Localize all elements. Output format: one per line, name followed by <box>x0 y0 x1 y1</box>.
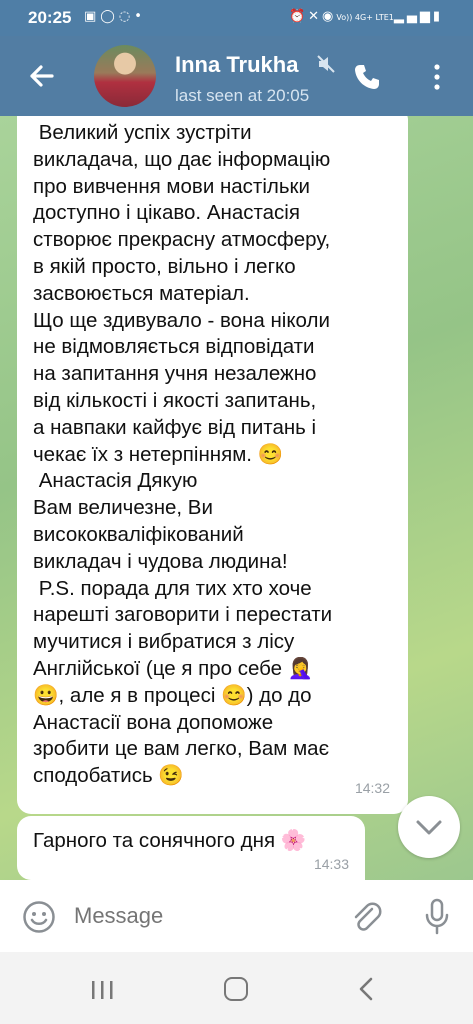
microphone-icon[interactable] <box>424 898 450 936</box>
status-time: 20:25 <box>28 8 72 27</box>
message-time: 14:32 <box>354 780 390 797</box>
message-input-bar <box>0 880 473 952</box>
dot-icon: • <box>134 9 146 24</box>
system-navigation-bar <box>0 952 473 1024</box>
mute-icon: ✕ <box>308 9 323 24</box>
message-text: Гарного та сонячного дня 🌸 <box>33 829 307 852</box>
recent-apps-icon[interactable] <box>90 979 114 1001</box>
chat-area[interactable]: Великий успіх зустріти викладача, що дає… <box>0 116 473 880</box>
phone-call-icon[interactable] <box>352 62 382 92</box>
message-time: 14:33 <box>313 856 349 873</box>
chevron-down-icon <box>416 820 442 835</box>
status-bar: 20:25 ▣◯◌• ⏰✕◉Vo)) 4G+ LTE1▂▄▆▮ <box>0 0 473 36</box>
emoji-icon[interactable] <box>22 900 56 934</box>
message-input[interactable] <box>74 898 334 934</box>
network-label: Vo)) 4G+ LTE1 <box>336 13 394 22</box>
chat-header: Inna Trukha last seen at 20:05 <box>0 36 473 116</box>
message-bubble[interactable]: Гарного та сонячного дня 🌸 14:33 <box>17 816 365 880</box>
avatar[interactable] <box>94 45 156 107</box>
viber-icon: ◌ <box>118 9 135 24</box>
alarm-icon: ⏰ <box>288 9 309 24</box>
signal-icon: ▂▄▆ <box>393 9 433 24</box>
back-nav-icon[interactable] <box>356 976 376 1002</box>
attach-icon[interactable] <box>350 900 382 934</box>
muted-icon <box>317 55 335 73</box>
more-options-icon[interactable] <box>430 62 444 92</box>
contact-name[interactable]: Inna Trukha <box>175 52 330 78</box>
home-icon[interactable] <box>224 977 248 1001</box>
notification-icons: ▣◯◌• <box>84 9 146 24</box>
message-text: Великий успіх зустріти викладача, що дає… <box>33 121 333 788</box>
image-icon: ▣ <box>84 9 101 24</box>
system-icons: ⏰✕◉Vo)) 4G+ LTE1▂▄▆▮ <box>289 9 443 24</box>
back-arrow-icon[interactable] <box>22 56 62 96</box>
whatsapp-icon: ◯ <box>100 9 119 24</box>
battery-icon: ▮ <box>432 9 443 24</box>
hotspot-icon: ◉ <box>322 9 337 24</box>
message-bubble[interactable]: Великий успіх зустріти викладача, що дає… <box>17 116 408 814</box>
last-seen-status: last seen at 20:05 <box>175 86 310 105</box>
scroll-down-button[interactable] <box>398 796 460 858</box>
